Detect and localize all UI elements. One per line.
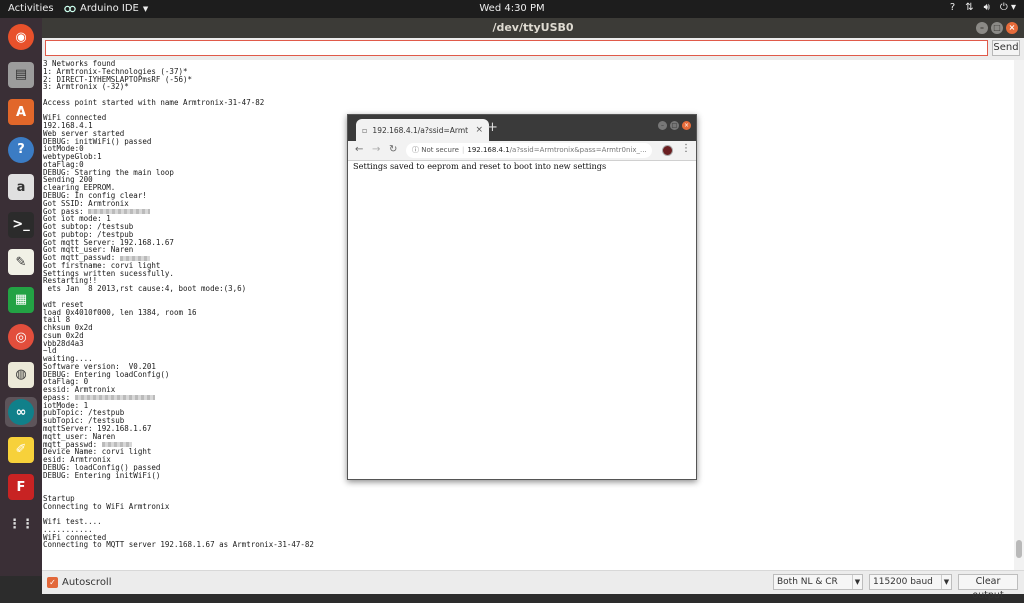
forward-icon[interactable]: → (372, 144, 380, 155)
address-bar[interactable]: ⓘ Not secure | 192.168.4.1/a?ssid=Armtroni… (406, 143, 652, 158)
line-ending-select[interactable]: Both NL & CR ▼ (773, 574, 863, 590)
spreadsheet-icon: ▦ (8, 286, 34, 313)
dock-item[interactable]: ⋮⋮ (5, 510, 37, 540)
send-button[interactable]: Send (992, 40, 1020, 56)
minimize-icon[interactable]: – (658, 121, 667, 130)
app-menu-label: Arduino IDE (80, 3, 139, 14)
serial-line: 3: Armtronix (-32)* (43, 82, 129, 92)
dock-item[interactable]: ? (5, 135, 37, 165)
window-title: /dev/ttyUSB0 (492, 21, 574, 34)
firefox-icon: ◉ (8, 24, 34, 50)
browser-tab[interactable]: ▫ 192.168.4.1/a?ssid=Armt × (356, 119, 489, 141)
software-center-icon: A (8, 99, 34, 125)
filezilla-icon: F (8, 474, 34, 500)
serial-line: Access point started with name Armtronix… (43, 97, 265, 107)
chrome-icon: ◎ (8, 324, 34, 350)
send-input[interactable] (45, 40, 988, 56)
redacted-text (119, 255, 150, 261)
dock-item[interactable]: ◎ (5, 322, 37, 352)
serial-line: Wifi test.... (43, 517, 102, 527)
minimize-icon[interactable]: – (976, 22, 988, 34)
page-icon: ▫ (362, 125, 368, 135)
not-secure-label: Not secure (421, 146, 459, 154)
dock-item[interactable]: ✎ (5, 247, 37, 277)
more-menu-icon[interactable]: ⋮ (681, 143, 691, 154)
autoscroll-label: Autoscroll (62, 577, 112, 588)
serial-line: 3 Networks found (43, 60, 116, 68)
dock-item[interactable]: >_ (5, 210, 37, 240)
serial-line (43, 479, 1013, 487)
profile-avatar[interactable] (662, 145, 673, 156)
window-titlebar: /dev/ttyUSB0 – □ × (42, 18, 1024, 38)
serial-line: Connecting to WiFi Armtronix (43, 501, 170, 511)
dock-item[interactable]: A (5, 97, 37, 127)
maximize-icon[interactable]: □ (991, 22, 1003, 34)
browser-tabstrip: ▫ 192.168.4.1/a?ssid=Armt × + – □ × (348, 115, 696, 141)
volume-icon[interactable]: 🔊︎ (984, 2, 990, 13)
redacted-text (88, 209, 151, 215)
new-tab-icon[interactable]: + (487, 120, 498, 135)
serial-line (43, 487, 1013, 495)
tray-help[interactable]: ? (950, 2, 955, 13)
url-host: 192.168.4.1 (467, 146, 510, 154)
dock: ◉ ▤ A? a >_ ✎ ▦ ◎ ◍ ∞ ✐ F ⋮⋮ (0, 18, 42, 576)
close-icon[interactable]: × (1006, 22, 1018, 34)
autoscroll-checkbox[interactable]: ✓ (47, 577, 58, 588)
amazon-icon: a (8, 174, 34, 200)
app-grid-icon: ⋮⋮ (8, 517, 34, 532)
notes-icon: ✐ (8, 436, 34, 463)
reload-icon[interactable]: ↻ (389, 144, 397, 155)
redacted-text (74, 395, 155, 401)
top-bar: Activities Arduino IDE ▼ Wed 4:30 PM ? ⇅… (0, 0, 1024, 18)
clock[interactable]: Wed 4:30 PM (479, 3, 544, 14)
clear-output-button[interactable]: Clear output (958, 574, 1018, 601)
serial-line: 2: DIRECT-IYHEMSLAPTOPmsRF (-56)* (43, 74, 193, 84)
app-menu[interactable]: Arduino IDE ▼ (64, 3, 148, 14)
baud-value: 115200 baud (873, 577, 933, 587)
dock-item[interactable]: ∞ (5, 397, 37, 427)
dock-item[interactable]: ◉ (5, 22, 37, 52)
dock-item[interactable]: ◍ (5, 360, 37, 390)
arduino-icon: ∞ (8, 399, 34, 425)
serial-line: ........... (43, 524, 93, 534)
arduino-small-icon (64, 5, 76, 12)
terminal-icon: >_ (8, 211, 34, 238)
browser-toolbar: ← → ↻ ⓘ Not secure | 192.168.4.1/a?ssid=Ar… (348, 141, 696, 161)
help-icon: ? (8, 136, 34, 163)
maximize-icon[interactable]: □ (670, 121, 679, 130)
bottom-bar: ✓ Autoscroll Both NL & CR ▼ 115200 baud … (42, 570, 1024, 601)
send-row: Send (42, 38, 1024, 60)
files-icon: ▤ (8, 61, 34, 88)
tab-close-icon[interactable]: × (475, 125, 483, 135)
redacted-text (101, 442, 132, 448)
line-ending-value: Both NL & CR (777, 577, 838, 587)
dock-item[interactable]: ▦ (5, 285, 37, 315)
dock-item[interactable]: ▤ (5, 60, 37, 90)
chevron-down-icon: ▼ (142, 4, 149, 13)
chevron-down-icon: ▼ (941, 575, 951, 589)
info-icon[interactable]: ⓘ (412, 146, 419, 154)
page-message: Settings saved to eeprom and reset to bo… (353, 161, 607, 171)
power-icon[interactable]: ⏻ ▾ (1000, 2, 1016, 13)
dock-item[interactable]: ✐ (5, 435, 37, 465)
url-path: /a?ssid=Armtronix&pass=Armtr0nix_... (509, 146, 647, 154)
baud-select[interactable]: 115200 baud ▼ (869, 574, 952, 590)
serial-line (43, 510, 1013, 518)
scrollbar-thumb[interactable] (1016, 540, 1022, 558)
text-editor-icon: ✎ (8, 249, 34, 275)
dock-item[interactable]: a (5, 172, 37, 202)
scrollbar[interactable] (1014, 60, 1024, 570)
browser-window: ▫ 192.168.4.1/a?ssid=Armt × + – □ × ← → … (347, 114, 697, 480)
dock-item[interactable]: F (5, 472, 37, 502)
serial-line: Startup (43, 493, 75, 503)
tab-title: 192.168.4.1/a?ssid=Armt (372, 125, 469, 135)
chevron-down-icon: ▼ (852, 575, 862, 589)
serial-line: Connecting to MQTT server 192.168.1.67 a… (43, 540, 314, 550)
network-icon[interactable]: ⇅ (965, 2, 973, 13)
back-icon[interactable]: ← (355, 144, 363, 155)
speaker-icon: ◍ (8, 361, 34, 388)
close-icon[interactable]: × (682, 121, 691, 130)
activities-button[interactable]: Activities (8, 3, 54, 14)
